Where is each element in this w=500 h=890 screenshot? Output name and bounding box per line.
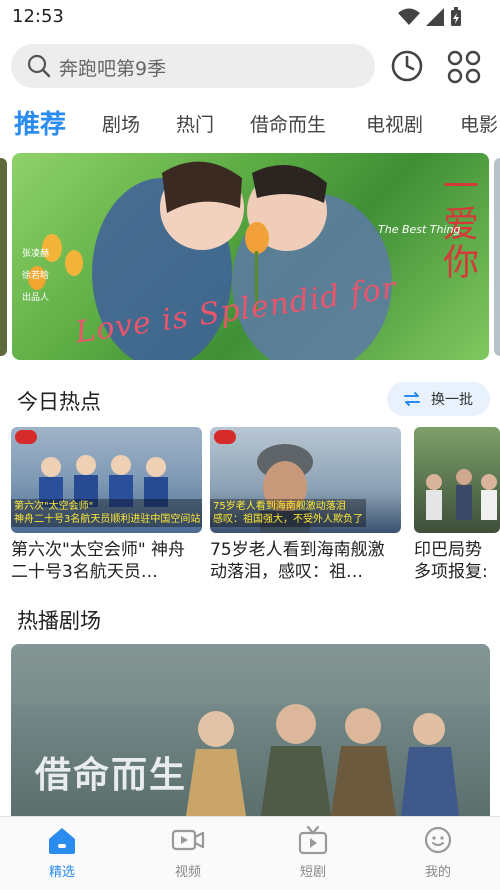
nav-label: 视频 <box>174 865 201 880</box>
banner-cast-item: 张凌赫 <box>22 249 50 259</box>
search-icon <box>27 54 51 78</box>
nav-item-video[interactable]: 视频 <box>148 825 228 880</box>
nav-item-profile[interactable]: 我的 <box>398 825 478 880</box>
smile-icon <box>424 826 452 854</box>
news-overlay-text: 75岁老人看到海南舰激动落泪 感叹：祖国强大，不受外人欺负了 <box>210 499 366 527</box>
news-title: 印巴局势 多项报复: <box>414 540 488 582</box>
banner-cast-list: 张凌赫 徐若晗 出品人 <box>22 243 49 309</box>
tab-hot[interactable]: 热门 <box>176 110 214 137</box>
banner-cast-item: 出品人 <box>22 293 50 303</box>
status-bar: 12:53 <box>0 0 500 34</box>
tab-tv-series[interactable]: 电视剧 <box>366 110 423 137</box>
battery-icon <box>451 7 461 26</box>
news-overlay-line-1: 75岁老人看到海南舰激动落泪 <box>213 501 346 512</box>
drama-poster-title: 借命而生 <box>35 754 188 796</box>
tv-icon <box>298 825 328 855</box>
tab-recommend[interactable]: 推荐 <box>14 104 66 141</box>
section-title-hot-drama: 热播剧场 <box>17 609 101 633</box>
banner-carousel[interactable]: 一爱你 The Best Thing Love is Splendid for … <box>12 153 489 360</box>
wifi-icon <box>398 8 420 25</box>
news-card[interactable]: 印巴局势 多项报复: <box>414 427 500 583</box>
news-overlay-line-1: 第六次"太空会师" <box>14 501 94 512</box>
banner-cast-item: 徐若晗 <box>22 271 50 281</box>
news-card[interactable]: 第六次"太空会师" 神舟二十号3名航天员顺利进驻中国空间站 第六次"太空会师" … <box>11 427 202 583</box>
nav-item-featured[interactable]: 精选 <box>22 825 102 880</box>
signal-icon <box>426 8 444 26</box>
status-icons <box>398 7 462 27</box>
tab-theater[interactable]: 剧场 <box>102 110 140 137</box>
tab-movies[interactable]: 电影 <box>460 110 498 137</box>
section-title-hot-today: 今日热点 <box>17 390 101 414</box>
refresh-icon <box>404 392 420 406</box>
category-tabs: 推荐 剧场 热门 借命而生 电视剧 电影 <box>0 104 500 144</box>
nav-label: 我的 <box>424 865 451 880</box>
banner-prev-peek[interactable] <box>0 158 7 356</box>
refresh-button[interactable]: 换一批 <box>387 382 490 416</box>
news-thumbnail: 75岁老人看到海南舰激动落泪 感叹：祖国强大，不受外人欺负了 <box>210 427 401 533</box>
history-icon[interactable] <box>390 49 424 83</box>
nav-label: 精选 <box>48 865 75 880</box>
news-overlay-line-2: 感叹：祖国强大，不受外人欺负了 <box>213 514 363 525</box>
refresh-label: 换一批 <box>431 392 473 408</box>
news-thumbnail <box>414 427 500 533</box>
news-card[interactable]: 75岁老人看到海南舰激动落泪 感叹：祖国强大，不受外人欺负了 75岁老人看到海南… <box>210 427 401 583</box>
bottom-nav: 精选 视频 短剧 我的 <box>0 816 500 890</box>
news-title: 75岁老人看到海南舰激动落泪，感叹：祖… <box>210 540 385 582</box>
news-overlay-line-2: 神舟二十号3名航天员顺利进驻中国空间站 <box>14 514 201 525</box>
drama-poster[interactable]: 借命而生 <box>11 644 490 816</box>
news-thumbnail: 第六次"太空会师" 神舟二十号3名航天员顺利进驻中国空间站 <box>11 427 202 533</box>
banner-subtitle: The Best Thing <box>378 223 461 236</box>
apps-grid-icon[interactable] <box>446 49 482 85</box>
banner-next-peek[interactable] <box>494 158 500 356</box>
search-input[interactable]: 奔跑吧第9季 <box>11 44 375 88</box>
video-icon <box>171 829 205 851</box>
news-overlay-text: 第六次"太空会师" 神舟二十号3名航天员顺利进驻中国空间站 <box>11 499 202 527</box>
tab-drama-jmes[interactable]: 借命而生 <box>250 110 326 137</box>
home-icon <box>49 828 75 854</box>
nav-label: 短剧 <box>299 865 326 880</box>
status-time: 12:53 <box>12 6 64 27</box>
nav-item-short-drama[interactable]: 短剧 <box>273 825 353 880</box>
news-title: 第六次"太空会师" 神舟二十号3名航天员… <box>11 540 186 582</box>
search-placeholder: 奔跑吧第9季 <box>59 58 167 80</box>
crowd-image <box>426 469 497 520</box>
